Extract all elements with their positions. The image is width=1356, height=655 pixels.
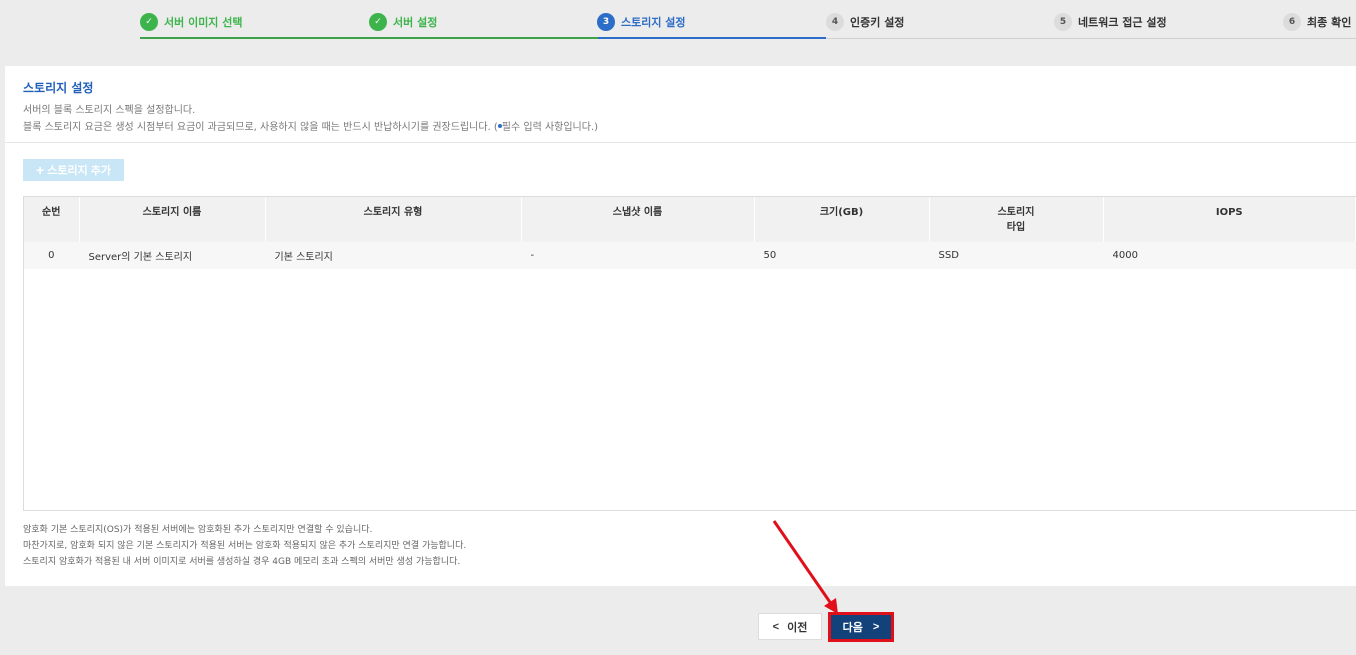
col-header-iops[interactable]: IOPS: [1103, 197, 1356, 242]
header-line: 스토리지: [997, 207, 1035, 218]
step-number: 3: [597, 13, 615, 31]
cell-snapshot: -: [521, 242, 755, 269]
page-title: 스토리지 설정: [23, 81, 94, 95]
step-label: 서버 이미지 선택: [164, 16, 243, 29]
cell-size: 50: [754, 242, 930, 269]
prev-button[interactable]: < 이전: [758, 613, 822, 640]
next-button[interactable]: 다음 >: [828, 612, 894, 642]
note-line: 마찬가지로, 암호화 되지 않은 기본 스토리지가 적용된 서버는 암호화 적용…: [23, 541, 467, 551]
description-text: 블록 스토리지 요금은 생성 시점부터 요금이 과금되므로, 사용하지 않을 때…: [23, 122, 498, 133]
step-label: 스토리지 설정: [621, 16, 686, 29]
storage-table: 순번 스토리지 이름 스토리지 유형 스냅샷 이름 크기(GB) 스토리지 타입 …: [23, 196, 1356, 511]
description-line-1: 서버의 블록 스토리지 스펙을 설정합니다.: [23, 105, 196, 116]
cell-type: 기본 스토리지: [265, 242, 522, 269]
step-label: 네트워크 접근 설정: [1078, 16, 1167, 29]
step-server-settings[interactable]: ✓ 서버 설정: [369, 13, 437, 31]
table-row[interactable]: 0 Server의 기본 스토리지 기본 스토리지 - 50 SSD 4000: [24, 242, 1356, 269]
col-header-size[interactable]: 크기(GB): [754, 197, 930, 242]
col-header-disk-type[interactable]: 스토리지타입: [929, 197, 1104, 242]
next-label: 다음: [842, 622, 863, 634]
panel-description: 서버의 블록 스토리지 스펙을 설정합니다. 블록 스토리지 요금은 생성 시점…: [23, 102, 1338, 136]
step-number: 5: [1054, 13, 1072, 31]
description-text: 필수 입력 사항입니다.): [501, 122, 599, 133]
storage-settings-panel: 스토리지 설정 서버의 블록 스토리지 스펙을 설정합니다. 블록 스토리지 요…: [5, 66, 1356, 586]
chevron-left-icon: <: [772, 620, 780, 633]
step-label: 인증키 설정: [850, 16, 905, 29]
plus-icon: +: [36, 162, 45, 178]
add-storage-label: 스토리지 추가: [47, 165, 111, 177]
check-icon: ✓: [369, 13, 387, 31]
step-number: 6: [1283, 13, 1301, 31]
cell-name: Server의 기본 스토리지: [79, 242, 266, 269]
stepper-progress-current: [598, 37, 826, 39]
step-label: 서버 설정: [393, 16, 438, 29]
cell-no: 0: [24, 242, 80, 269]
note-line: 스토리지 암호화가 적용된 내 서버 이미지로 서버를 생성하실 경우 4GB …: [23, 557, 461, 567]
encryption-notes: 암호화 기본 스토리지(OS)가 적용된 서버에는 암호화된 추가 스토리지만 …: [23, 522, 466, 570]
col-header-snapshot[interactable]: 스냅샷 이름: [521, 197, 755, 242]
prev-label: 이전: [787, 621, 808, 634]
add-storage-button[interactable]: + 스토리지 추가: [23, 159, 124, 181]
step-label: 최종 확인: [1307, 16, 1352, 29]
header-line: 타입: [1006, 222, 1026, 233]
cell-iops: 4000: [1103, 242, 1356, 269]
col-header-name[interactable]: 스토리지 이름: [79, 197, 266, 242]
step-storage-settings[interactable]: 3 스토리지 설정: [597, 13, 686, 31]
chevron-right-icon: >: [872, 621, 880, 633]
check-icon: ✓: [140, 13, 158, 31]
step-auth-key: 4 인증키 설정: [826, 13, 904, 31]
step-network-access: 5 네트워크 접근 설정: [1054, 13, 1167, 31]
table-header-row: 순번 스토리지 이름 스토리지 유형 스냅샷 이름 크기(GB) 스토리지 타입 …: [24, 197, 1356, 242]
cell-disk-type: SSD: [929, 242, 1104, 269]
description-line-2: 블록 스토리지 요금은 생성 시점부터 요금이 과금되므로, 사용하지 않을 때…: [23, 119, 1338, 136]
stepper-progress-done: [140, 37, 598, 39]
note-line: 암호화 기본 스토리지(OS)가 적용된 서버에는 암호화된 추가 스토리지만 …: [23, 525, 373, 535]
panel-header: 스토리지 설정 서버의 블록 스토리지 스펙을 설정합니다. 블록 스토리지 요…: [5, 66, 1356, 143]
step-server-image[interactable]: ✓ 서버 이미지 선택: [140, 13, 243, 31]
col-header-type[interactable]: 스토리지 유형: [265, 197, 522, 242]
step-number: 4: [826, 13, 844, 31]
wizard-stepper: ✓ 서버 이미지 선택 ✓ 서버 설정 3 스토리지 설정 4 인증키 설정 5…: [0, 0, 1356, 44]
col-header-no[interactable]: 순번: [24, 197, 80, 242]
step-final-confirm: 6 최종 확인: [1283, 13, 1351, 31]
